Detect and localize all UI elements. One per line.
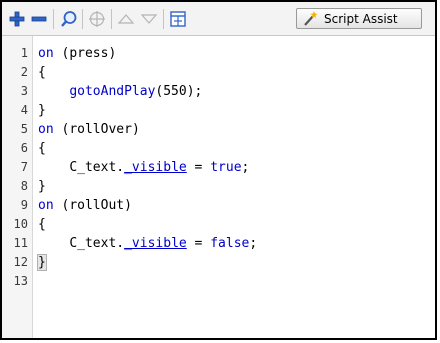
code-token: on [38,198,54,213]
code-text: } [38,101,46,120]
toolbar-separator [163,9,164,29]
code-token: = [186,160,211,175]
code-token: ; [249,236,258,251]
code-line[interactable]: 1 on (press) [2,44,435,63]
minus-icon[interactable] [30,10,48,28]
script-assist-button[interactable]: Script Assist [296,8,422,29]
code-text: } [38,177,46,196]
code-token: { [38,65,46,80]
actions-panel: Script Assist 1 on (press) 2{3 gotoAndPlay… [0,0,437,340]
line-number: 12 [13,255,28,269]
line-number: 5 [20,122,28,136]
line-number: 11 [13,236,28,250]
code-token: false [210,236,250,251]
toolbar-separator [111,9,112,29]
reference-panel-icon[interactable] [169,10,187,28]
line-number: 9 [20,198,28,212]
code-token: (550); [155,84,203,99]
code-token: ( [53,46,70,61]
code-text: { [38,63,46,82]
code-text: gotoAndPlay(550); [38,82,202,101]
code-editor[interactable]: 1 on (press) 2{3 gotoAndPlay(550); 4} 5 on (r… [2,36,435,338]
code-token: on [38,122,54,137]
arrow-up-icon[interactable] [117,10,135,28]
magic-wand-icon [301,10,319,28]
line-number: 4 [20,103,28,117]
code-text: C_text._visible = false; [38,234,257,253]
plus-icon[interactable] [8,10,26,28]
code-token: rollOver [69,122,132,137]
line-number: 1 [20,46,28,60]
line-number: 8 [20,179,28,193]
code-token: { [38,217,46,232]
code-token: ) [124,198,132,213]
crosshair-target-icon[interactable] [88,10,106,28]
code-token: _visible [124,160,187,175]
code-token: true [210,160,242,175]
code-text: { [38,139,46,158]
code-line[interactable]: 13 [2,272,435,291]
line-number: 2 [20,65,28,79]
line-number: 13 [13,274,28,288]
code-line[interactable]: 12} [2,253,435,272]
code-text: } [37,253,47,272]
code-line[interactable]: 10 { [2,215,435,234]
code-token: { [38,141,46,156]
code-line[interactable]: 9 on (rollOut) [2,196,435,215]
code-token: } [37,254,47,271]
code-token: ) [108,46,117,61]
code-token: ) [131,122,140,137]
code-token: C_text. [69,236,125,251]
code-text: { [38,215,46,234]
code-token: = [186,236,211,251]
code-text: on (rollOver) [38,120,140,139]
code-line[interactable]: 4} [2,101,435,120]
code-token: C_text. [69,160,125,175]
code-line[interactable]: 6{ [2,139,435,158]
toolbar-separator [53,9,54,29]
code-text: C_text._visible = true; [38,158,249,177]
code-text: on (rollOut) [38,196,132,215]
code-line[interactable]: 5 on (rollOver) [2,120,435,139]
line-number: 6 [20,141,28,155]
code-line[interactable]: 7 C_text._visible = true; [2,158,435,177]
actions-toolbar: Script Assist [2,2,435,36]
script-assist-label: Script Assist [324,12,398,26]
code-token: } [38,179,46,194]
code-line[interactable]: 8} [2,177,435,196]
code-token: ; [241,160,250,175]
code-token: rollOut [69,198,125,213]
line-number: 10 [13,217,28,231]
code-token: on [38,46,54,61]
code-token: ( [53,122,70,137]
code-token: } [38,103,46,118]
code-text: on (press) [38,44,116,63]
code-line[interactable]: 3 gotoAndPlay(550); [2,82,435,101]
arrow-down-icon[interactable] [140,10,158,28]
code-token: _visible [124,236,187,251]
code-token: gotoAndPlay [69,84,156,99]
toolbar-separator [82,9,83,29]
line-number: 3 [20,84,28,98]
code-line[interactable]: 2{ [2,63,435,82]
code-token: press [69,46,109,61]
code-line[interactable]: 11 C_text._visible = false; [2,234,435,253]
magnifier-icon[interactable] [60,10,78,28]
code-token: ( [53,198,70,213]
line-number: 7 [20,160,28,174]
